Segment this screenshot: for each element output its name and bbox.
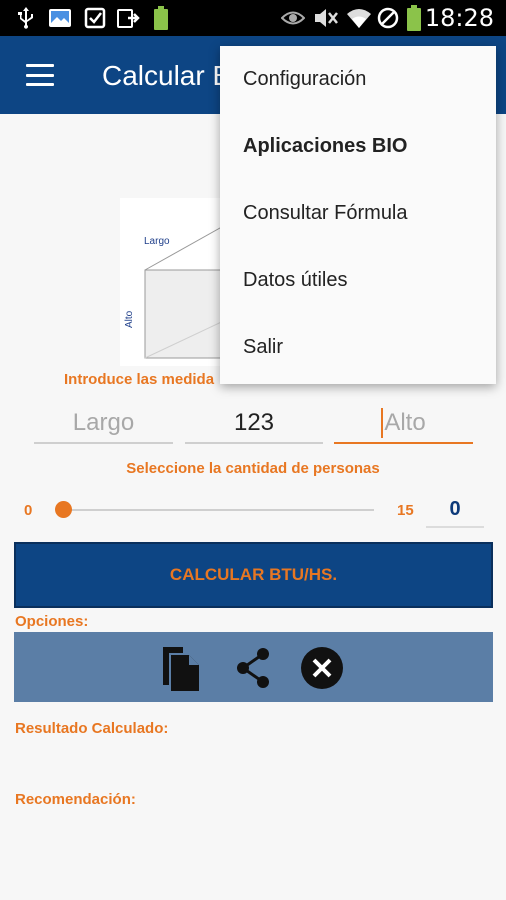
slider-max-label: 15 xyxy=(397,502,414,519)
hamburger-icon[interactable] xyxy=(26,64,54,86)
status-bar: 18:28 xyxy=(0,0,506,36)
text-cursor xyxy=(381,408,384,438)
eye-icon xyxy=(280,6,306,30)
ancho-value: 123 xyxy=(233,409,275,436)
options-bar xyxy=(14,632,493,702)
calculate-btu-button[interactable]: CALCULAR BTU/HS. xyxy=(14,542,493,608)
usb-icon xyxy=(14,6,38,30)
overflow-menu: Configuración Aplicaciones BIO Consultar… xyxy=(220,46,496,384)
copy-icon[interactable] xyxy=(159,646,203,691)
ancho-input[interactable]: 123 xyxy=(185,404,323,444)
page-title: Calcular B xyxy=(102,60,232,91)
largo-input[interactable]: Largo xyxy=(34,404,173,444)
menu-item-consultar-formula[interactable]: Consultar Fórmula xyxy=(220,180,496,247)
persons-count-field[interactable]: 0 xyxy=(426,494,484,528)
measurements-instructions: Introduce las medida xyxy=(64,371,215,388)
menu-item-salir[interactable]: Salir xyxy=(220,314,496,381)
menu-item-configuracion[interactable]: Configuración xyxy=(220,46,496,113)
image-icon xyxy=(46,6,74,30)
slider-min-label: 0 xyxy=(24,502,33,519)
menu-item-aplicaciones-bio[interactable]: Aplicaciones BIO xyxy=(220,113,496,180)
menu-item-datos-utiles[interactable]: Datos útiles xyxy=(220,247,496,314)
battery-small-icon xyxy=(150,6,172,30)
download-icon xyxy=(114,6,142,30)
room-diagram: Largo Alto xyxy=(120,198,231,366)
result-label: Resultado Calculado: xyxy=(15,720,169,737)
share-icon[interactable] xyxy=(231,646,275,690)
persons-slider-track[interactable] xyxy=(62,509,374,511)
wifi-icon xyxy=(346,6,372,30)
mute-icon xyxy=(312,6,340,30)
close-icon[interactable] xyxy=(300,646,344,690)
alto-input[interactable]: Alto xyxy=(334,404,473,444)
persons-slider-thumb[interactable] xyxy=(55,501,72,518)
diagram-label-alto: Alto xyxy=(124,310,135,328)
options-label: Opciones: xyxy=(15,613,89,630)
persons-label: Seleccione la cantidad de personas xyxy=(126,460,380,477)
checkbox-icon xyxy=(82,6,108,30)
diagram-label-largo: Largo xyxy=(144,236,170,247)
battery-icon xyxy=(404,5,424,31)
alto-placeholder: Alto xyxy=(384,409,426,436)
recommendation-label: Recomendación: xyxy=(15,791,136,808)
largo-placeholder: Largo xyxy=(72,409,135,436)
clock: 18:28 xyxy=(424,4,494,32)
no-sim-icon xyxy=(376,6,400,30)
